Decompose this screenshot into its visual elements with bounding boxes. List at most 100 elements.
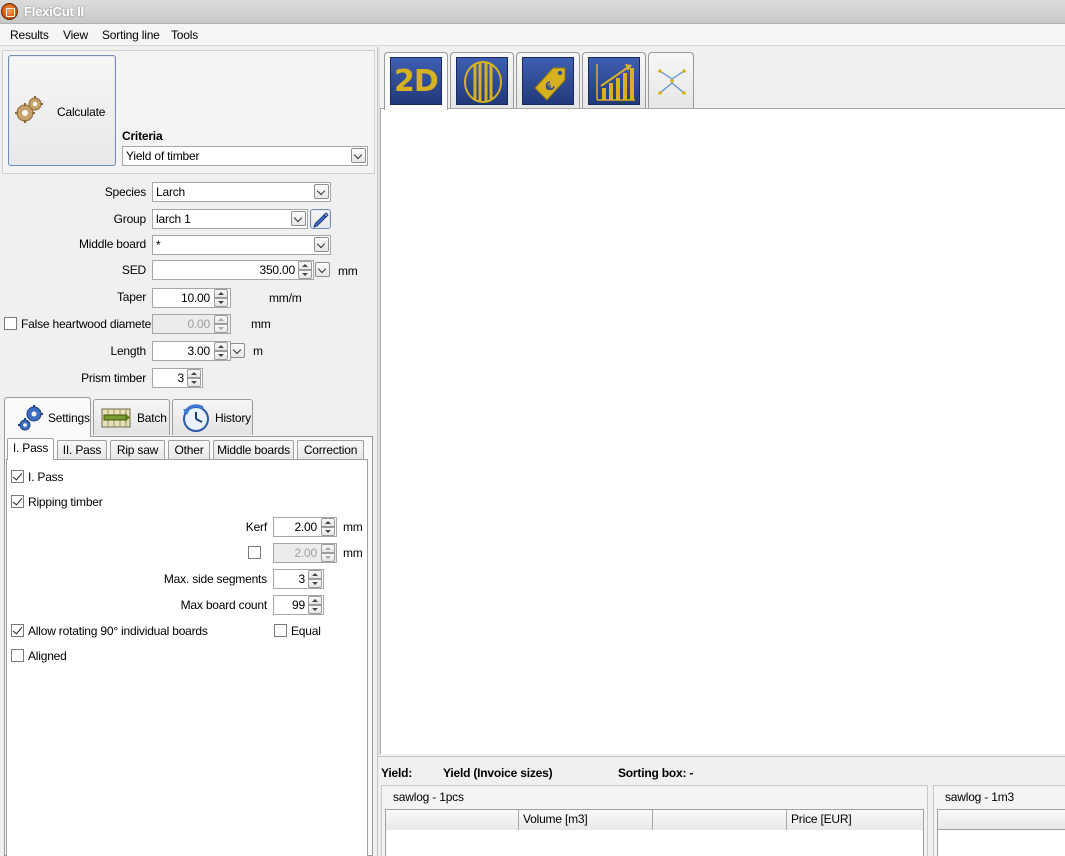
spin-down-icon[interactable] (308, 579, 322, 588)
aligned-checkbox[interactable] (11, 649, 24, 662)
middle-board-label: Middle board (79, 237, 146, 251)
false-heartwood-spinner[interactable] (214, 315, 228, 333)
chevron-down-icon[interactable] (314, 237, 329, 252)
subtab-other[interactable]: Other (168, 440, 210, 460)
grid-sawlog-pcs-title: sawlog - 1pcs (393, 790, 464, 804)
menu-bar: Results View Sorting line Tools (0, 24, 1065, 46)
length-spinner[interactable] (214, 342, 228, 360)
subtab-other-label: Other (174, 443, 204, 457)
spin-up-icon[interactable] (298, 261, 312, 270)
tab-history[interactable]: History (172, 399, 253, 435)
false-heartwood-label: False heartwood diameter (21, 317, 155, 331)
group-select[interactable]: larch 1 (152, 209, 308, 229)
spin-up-icon[interactable] (321, 544, 335, 553)
kerf2-spinner[interactable] (321, 544, 335, 562)
history-icon (183, 404, 209, 432)
i-pass-checkbox-label: I. Pass (28, 470, 64, 484)
spin-up-icon[interactable] (214, 342, 228, 351)
grid-header-cell[interactable] (386, 810, 519, 830)
grid-header-cell[interactable] (653, 810, 787, 830)
grid-header-price[interactable]: Price [EUR] (787, 810, 923, 830)
i-pass-checkbox[interactable] (11, 470, 24, 483)
chevron-down-icon[interactable] (314, 184, 329, 199)
prism-timber-spinner[interactable] (187, 369, 201, 387)
euro-tag-icon: € (534, 67, 566, 101)
title-bar: FlexiCut II (0, 0, 1065, 24)
middle-board-value: * (156, 238, 161, 252)
menu-results[interactable]: Results (10, 28, 49, 42)
window-title: FlexiCut II (24, 4, 84, 19)
spin-down-icon[interactable] (321, 553, 335, 562)
price-tab[interactable]: € (516, 52, 580, 108)
max-side-segments-label: Max. side segments (163, 572, 267, 586)
kerf2-value: 2.00 (294, 546, 317, 560)
spin-up-icon[interactable] (214, 289, 228, 298)
false-heartwood-checkbox[interactable] (4, 317, 17, 330)
subtab-ii-pass[interactable]: II. Pass (57, 440, 107, 460)
species-select[interactable]: Larch (152, 182, 331, 202)
max-board-count-spinner[interactable] (308, 596, 322, 614)
allow-rotating-checkbox[interactable] (11, 624, 24, 637)
chevron-down-icon[interactable] (291, 211, 306, 226)
spin-down-icon[interactable] (298, 270, 312, 279)
length-value: 3.00 (187, 344, 210, 358)
menu-sorting-line[interactable]: Sorting line (102, 28, 160, 42)
prism-timber-label: Prism timber (81, 371, 146, 385)
kerf-spinner[interactable] (321, 518, 335, 536)
flow-tab[interactable] (648, 52, 694, 108)
spin-down-icon[interactable] (214, 324, 228, 333)
max-side-segments-value: 3 (298, 572, 306, 586)
grid-sawlog-m3[interactable] (937, 809, 1065, 856)
edit-group-button[interactable] (310, 209, 331, 229)
sed-input[interactable]: 350.00 (152, 260, 314, 280)
spin-down-icon[interactable] (321, 527, 335, 536)
menu-view[interactable]: View (63, 28, 88, 42)
subtab-i-pass[interactable]: I. Pass (7, 438, 54, 460)
subtab-i-pass-label: I. Pass (12, 441, 49, 455)
length-dropdown-icon[interactable] (230, 343, 245, 358)
species-label: Species (104, 185, 146, 199)
grid-header-row: Volume [m3] Price [EUR] (386, 810, 923, 830)
2d-view-tab[interactable]: 2D (384, 52, 448, 110)
app-icon (1, 3, 18, 20)
calculate-button[interactable]: Calculate (8, 55, 116, 166)
tab-history-label: History (215, 411, 251, 425)
cross-section-tab[interactable] (450, 52, 514, 108)
subtab-middle-boards[interactable]: Middle boards (213, 440, 294, 460)
criteria-select[interactable]: Yield of timber (122, 146, 368, 166)
sed-spinner[interactable] (298, 261, 312, 279)
false-heartwood-value: 0.00 (187, 317, 210, 331)
subtab-correction[interactable]: Correction (297, 440, 364, 460)
spin-up-icon[interactable] (187, 369, 201, 378)
taper-label: Taper (116, 290, 146, 304)
kerf2-checkbox[interactable] (248, 546, 261, 559)
middle-board-select[interactable]: * (152, 235, 331, 255)
menu-tools[interactable]: Tools (171, 28, 198, 42)
flow-icon (658, 69, 686, 95)
grid-header-volume[interactable]: Volume [m3] (519, 810, 653, 830)
sed-dropdown-icon[interactable] (315, 262, 330, 277)
subtab-rip-saw[interactable]: Rip saw (110, 440, 165, 460)
drawing-canvas[interactable] (380, 108, 1065, 754)
prism-timber-value: 3 (177, 371, 185, 385)
max-side-segments-spinner[interactable] (308, 570, 322, 588)
grid-sawlog-pcs[interactable]: Volume [m3] Price [EUR] (385, 809, 924, 856)
spin-up-icon[interactable] (321, 518, 335, 527)
spin-up-icon[interactable] (214, 315, 228, 324)
spin-down-icon[interactable] (214, 351, 228, 360)
ripping-timber-checkbox[interactable] (11, 495, 24, 508)
spin-up-icon[interactable] (308, 570, 322, 579)
spin-up-icon[interactable] (308, 596, 322, 605)
grid-sawlog-m3-title: sawlog - 1m3 (945, 790, 1014, 804)
equal-label: Equal (291, 624, 321, 638)
equal-checkbox[interactable] (274, 624, 287, 637)
taper-spinner[interactable] (214, 289, 228, 307)
chevron-down-icon[interactable] (351, 148, 366, 163)
statistics-tab[interactable] (582, 52, 646, 108)
spin-down-icon[interactable] (214, 298, 228, 307)
spin-down-icon[interactable] (308, 605, 322, 614)
log-section-icon (464, 61, 502, 103)
tab-settings[interactable]: Settings (4, 397, 91, 437)
tab-batch[interactable]: Batch (93, 399, 170, 435)
spin-down-icon[interactable] (187, 378, 201, 387)
